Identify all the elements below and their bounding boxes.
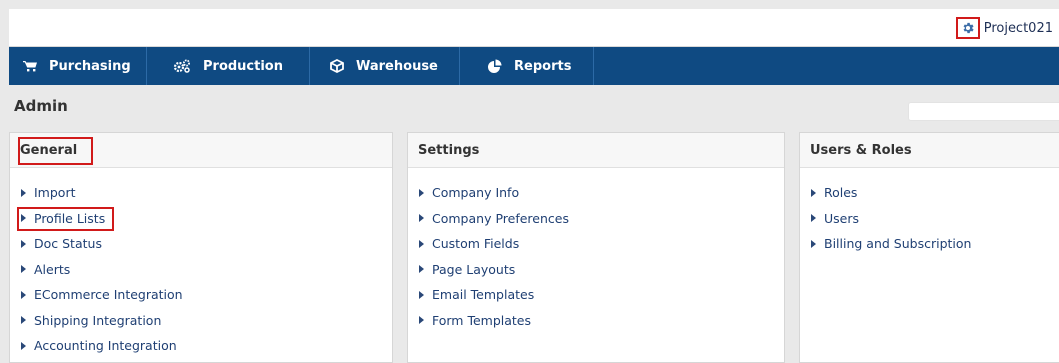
link-doc-status[interactable]: Doc Status [20, 231, 392, 257]
link-label[interactable]: Shipping Integration [34, 313, 161, 328]
main-nav: Purchasing Production Warehouse Reports [9, 47, 1059, 85]
gears-icon [173, 59, 191, 73]
caret-right-icon [811, 214, 816, 223]
link-label[interactable]: Accounting Integration [34, 338, 177, 353]
link-roles[interactable]: Roles [810, 180, 1059, 206]
link-label[interactable]: Company Preferences [432, 211, 569, 226]
link-label[interactable]: Form Templates [432, 313, 531, 328]
nav-label: Production [203, 58, 283, 74]
caret-right-icon [419, 188, 424, 197]
panel-header: General [10, 133, 392, 168]
panel-users-roles: Users & Roles Roles Users Billing and Su… [799, 132, 1059, 363]
panel-title: Settings [418, 142, 480, 158]
project-name[interactable]: Project021 [984, 21, 1053, 36]
link-billing-subscription[interactable]: Billing and Subscription [810, 231, 1059, 257]
link-profile-lists[interactable]: Profile Lists [17, 206, 392, 232]
link-list: Import Profile Lists Doc Status Alerts E… [10, 168, 392, 359]
caret-right-icon [419, 239, 424, 248]
link-form-templates[interactable]: Form Templates [418, 308, 784, 334]
link-company-info[interactable]: Company Info [418, 180, 784, 206]
caret-right-icon [419, 214, 424, 223]
nav-warehouse[interactable]: Warehouse [310, 47, 460, 85]
link-users[interactable]: Users [810, 206, 1059, 232]
link-alerts[interactable]: Alerts [20, 257, 392, 283]
top-bar: Project021 [9, 9, 1059, 47]
link-accounting-integration[interactable]: Accounting Integration [20, 333, 392, 359]
link-shipping-integration[interactable]: Shipping Integration [20, 308, 392, 334]
caret-right-icon [21, 265, 26, 274]
caret-right-icon [21, 188, 26, 197]
caret-right-icon [21, 290, 26, 299]
settings-button[interactable] [955, 17, 980, 39]
caret-right-icon [419, 265, 424, 274]
project-selector[interactable]: Project021 [955, 17, 1053, 39]
cart-icon [23, 60, 37, 72]
nav-label: Reports [514, 58, 572, 74]
gear-icon [963, 22, 974, 34]
link-label[interactable]: Custom Fields [432, 236, 519, 251]
highlight-box [17, 206, 114, 231]
caret-right-icon [419, 316, 424, 325]
caret-right-icon [811, 239, 816, 248]
link-list: Company Info Company Preferences Custom … [408, 168, 784, 333]
page-title: Admin [14, 97, 68, 115]
link-label[interactable]: Import [34, 185, 76, 200]
panel-header: Users & Roles [800, 133, 1059, 168]
nav-purchasing[interactable]: Purchasing [9, 47, 147, 85]
nav-label: Warehouse [356, 58, 438, 74]
panel-title: Users & Roles [810, 142, 912, 158]
nav-label: Purchasing [49, 58, 131, 74]
link-ecommerce-integration[interactable]: ECommerce Integration [20, 282, 392, 308]
caret-right-icon [811, 188, 816, 197]
panel-header: Settings [408, 133, 784, 168]
nav-production[interactable]: Production [147, 47, 310, 85]
pie-chart-icon [488, 59, 502, 73]
box-icon [330, 59, 344, 73]
panel-title: General [20, 142, 78, 158]
link-page-layouts[interactable]: Page Layouts [418, 257, 784, 283]
link-label[interactable]: Roles [824, 185, 857, 200]
link-import[interactable]: Import [20, 180, 392, 206]
link-company-preferences[interactable]: Company Preferences [418, 206, 784, 232]
nav-reports[interactable]: Reports [460, 47, 594, 85]
link-custom-fields[interactable]: Custom Fields [418, 231, 784, 257]
panel-general: General Import Profile Lists Doc Status … [9, 132, 393, 363]
link-label[interactable]: Email Templates [432, 287, 534, 302]
link-label[interactable]: Users [824, 211, 859, 226]
link-label[interactable]: ECommerce Integration [34, 287, 183, 302]
caret-right-icon [21, 316, 26, 325]
link-label[interactable]: Company Info [432, 185, 519, 200]
search-input[interactable] [908, 102, 1059, 121]
caret-right-icon [419, 290, 424, 299]
caret-right-icon [21, 341, 26, 350]
link-list: Roles Users Billing and Subscription [800, 168, 1059, 257]
link-email-templates[interactable]: Email Templates [418, 282, 784, 308]
panel-settings: Settings Company Info Company Preference… [407, 132, 785, 363]
link-label[interactable]: Page Layouts [432, 262, 515, 277]
caret-right-icon [21, 239, 26, 248]
link-label[interactable]: Alerts [34, 262, 70, 277]
link-label[interactable]: Doc Status [34, 236, 102, 251]
link-label[interactable]: Billing and Subscription [824, 236, 971, 251]
